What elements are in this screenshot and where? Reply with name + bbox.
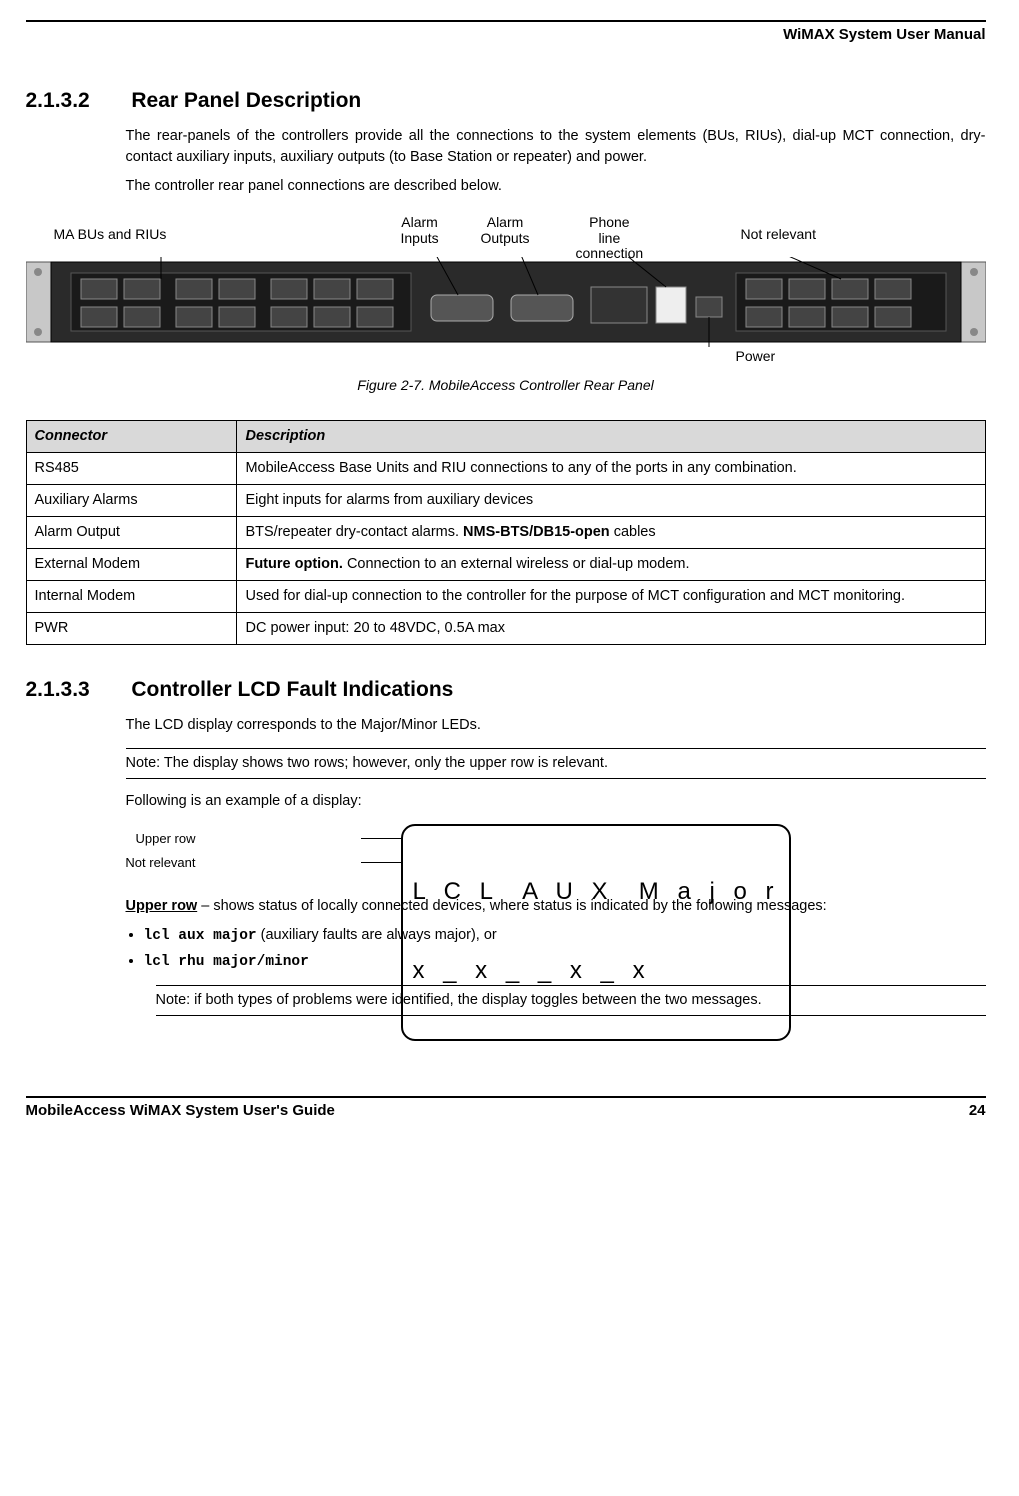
table-cell: DC power input: 20 to 48VDC, 0.5A max xyxy=(237,612,985,644)
annotation-text: AlarmInputs xyxy=(401,214,439,245)
annotation-label: Not relevant xyxy=(741,227,816,242)
note-box: Note: The display shows two rows; howeve… xyxy=(126,748,986,779)
annotation-label: AlarmOutputs xyxy=(481,215,530,246)
section-body: The LCD display corresponds to the Major… xyxy=(126,715,986,973)
paragraph: Following is an example of a display: xyxy=(126,791,986,812)
page-footer: MobileAccess WiMAX System User's Guide 2… xyxy=(26,1096,986,1122)
section-body: The rear-panels of the controllers provi… xyxy=(126,126,986,197)
annotation-label: Power xyxy=(736,349,776,364)
table-row: Internal Modem Used for dial-up connecti… xyxy=(26,580,985,612)
text-heading-inline: Upper row xyxy=(126,898,198,914)
code-text: lcl rhu major/minor xyxy=(144,954,309,970)
table-cell: Used for dial-up connection to the contr… xyxy=(237,580,985,612)
page-header: WiMAX System User Manual xyxy=(26,20,986,46)
table-cell: Auxiliary Alarms xyxy=(26,484,237,516)
section-title: Rear Panel Description xyxy=(131,89,361,112)
annotation-text: AlarmOutputs xyxy=(481,214,530,245)
figure-caption: Figure 2-7. MobileAccess Controller Rear… xyxy=(26,375,986,395)
paragraph: The LCD display corresponds to the Major… xyxy=(126,715,986,736)
paragraph: The controller rear panel connections ar… xyxy=(126,176,986,197)
footer-title: MobileAccess WiMAX System User's Guide xyxy=(26,1100,335,1122)
lcd-label-upper: Upper row xyxy=(136,830,196,849)
text-bold: Future option. xyxy=(245,556,342,572)
table-cell: RS485 xyxy=(26,452,237,484)
section-title: Controller LCD Fault Indications xyxy=(131,678,453,701)
text-bold: NMS-BTS/DB15-open xyxy=(463,524,610,540)
table-cell: Internal Modem xyxy=(26,580,237,612)
table-cell: MobileAccess Base Units and RIU connecti… xyxy=(237,452,985,484)
table-row: Auxiliary Alarms Eight inputs for alarms… xyxy=(26,484,985,516)
annotation-label: AlarmInputs xyxy=(401,215,439,246)
text: BTS/repeater dry-contact alarms. xyxy=(245,524,463,540)
section-heading-rear-panel: 2.1.3.2 Rear Panel Description xyxy=(26,86,986,116)
header-title: WiMAX System User Manual xyxy=(783,26,985,43)
section-number: 2.1.3.3 xyxy=(26,675,126,705)
table-cell: Eight inputs for alarms from auxiliary d… xyxy=(237,484,985,516)
section-heading-lcd: 2.1.3.3 Controller LCD Fault Indications xyxy=(26,675,986,705)
connector-table: Connector Description RS485 MobileAccess… xyxy=(26,420,986,645)
code-text: lcl aux major xyxy=(144,928,257,944)
paragraph: The rear-panels of the controllers provi… xyxy=(126,126,986,168)
table-cell: Future option. Connection to an external… xyxy=(237,548,985,580)
table-cell: Alarm Output xyxy=(26,516,237,548)
table-header-connector: Connector xyxy=(26,420,237,452)
table-cell: External Modem xyxy=(26,548,237,580)
annotation-text: Phonelineconnection xyxy=(576,214,644,261)
lcd-row-lower: x _ x _ _ x _ x xyxy=(413,958,780,984)
table-cell: PWR xyxy=(26,612,237,644)
footer-page-number: 24 xyxy=(969,1100,986,1122)
figure-rear-panel: MA BUs and RIUs AlarmInputs AlarmOutputs… xyxy=(26,215,986,395)
rear-panel-illustration xyxy=(26,257,986,347)
section-number: 2.1.3.2 xyxy=(26,86,126,116)
table-header-description: Description xyxy=(237,420,985,452)
table-row: PWR DC power input: 20 to 48VDC, 0.5A ma… xyxy=(26,612,985,644)
table-row: External Modem Future option. Connection… xyxy=(26,548,985,580)
table-row: RS485 MobileAccess Base Units and RIU co… xyxy=(26,452,985,484)
text: Connection to an external wireless or di… xyxy=(343,556,690,572)
lcd-screen: L C L A U X M a j o r x _ x _ _ x _ x xyxy=(401,824,792,1041)
lcd-display-illustration: Upper row Not relevant L C L A U X M a j… xyxy=(186,826,986,882)
annotation-label: MA BUs and RIUs xyxy=(54,227,167,242)
table-cell: BTS/repeater dry-contact alarms. NMS-BTS… xyxy=(237,516,985,548)
lcd-label-lower: Not relevant xyxy=(125,854,195,873)
lcd-row-upper: L C L A U X M a j o r xyxy=(413,879,780,905)
table-row: Alarm Output BTS/repeater dry-contact al… xyxy=(26,516,985,548)
annotation-label: Phonelineconnection xyxy=(576,215,644,261)
text: cables xyxy=(610,524,656,540)
